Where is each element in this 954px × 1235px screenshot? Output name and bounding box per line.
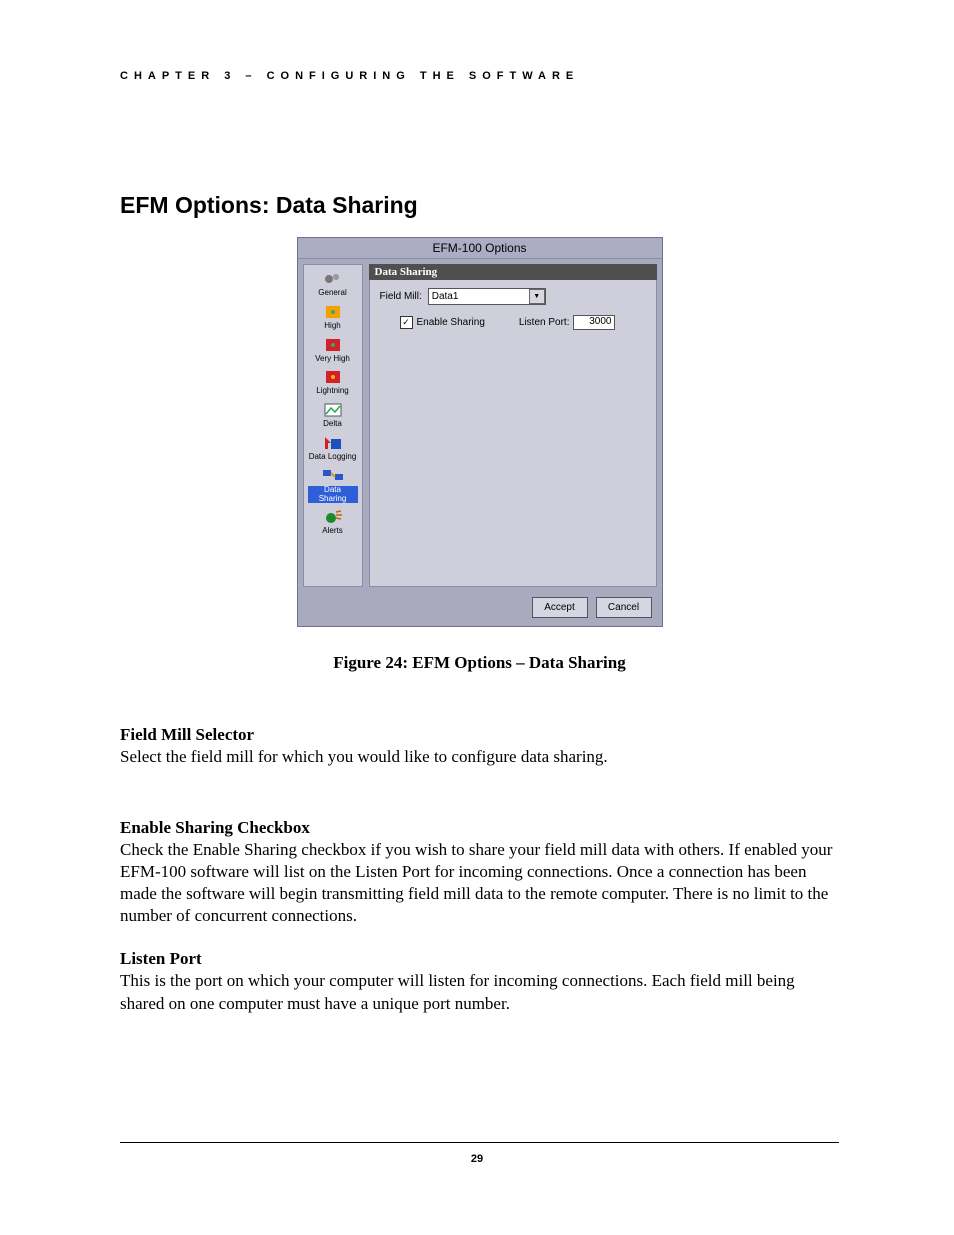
sidebar-item-lightning[interactable]: Lightning [308,367,358,398]
subsection-body: Check the Enable Sharing checkbox if you… [120,839,839,927]
sidebar-item-label: Data Logging [309,453,357,462]
red-dot-icon [322,336,344,354]
dialog-sidebar: General High Very High [303,264,363,587]
body-sections: Field Mill Selector Select the field mil… [120,725,839,1015]
dropdown-arrow-icon: ▼ [529,289,545,304]
sidebar-item-label: High [324,322,340,331]
panel: Data Sharing Field Mill: Data1 ▼ ✓ [369,264,657,587]
enable-sharing-label: Enable Sharing [417,317,485,328]
orange-dot-icon [322,303,344,321]
sidebar-item-data-logging[interactable]: Data Logging [308,433,358,464]
sidebar-item-label: General [318,289,346,298]
sidebar-item-label: Alerts [322,527,342,536]
sidebar-item-general[interactable]: General [308,269,358,300]
listen-port-input[interactable]: 3000 [573,315,615,330]
field-mill-select[interactable]: Data1 ▼ [428,288,546,305]
subsection-title: Enable Sharing Checkbox [120,818,839,838]
sidebar-item-data-sharing[interactable]: Data Sharing [308,466,358,506]
subsection-body: This is the port on which your computer … [120,970,839,1014]
cancel-button[interactable]: Cancel [596,597,652,618]
panel-header: Data Sharing [369,264,657,280]
options-dialog: EFM-100 Options General High [297,237,663,627]
red-dot2-icon [322,368,344,386]
field-mill-label: Field Mill: [380,291,422,302]
dialog-title-bar: EFM-100 Options [298,238,662,259]
sidebar-item-alerts[interactable]: Alerts [308,507,358,538]
dialog-footer: Accept Cancel [298,591,662,626]
gears-icon [322,270,344,288]
sidebar-item-label: Data Sharing [308,486,358,504]
disk-arrow-icon [322,434,344,452]
enable-sharing-checkbox[interactable]: ✓ [400,316,413,329]
figure-caption: Figure 24: EFM Options – Data Sharing [120,653,839,673]
listen-port-label: Listen Port: [519,317,570,328]
subsection-title: Listen Port [120,949,839,969]
subsection-body: Select the field mill for which you woul… [120,746,839,768]
page-number: 29 [0,1153,954,1165]
sidebar-item-delta[interactable]: Delta [308,400,358,431]
sidebar-item-high[interactable]: High [308,302,358,333]
figure-wrapper: EFM-100 Options General High [120,237,839,627]
section-heading: EFM Options: Data Sharing [120,192,839,219]
chapter-header: CHAPTER 3 – CONFIGURING THE SOFTWARE [120,70,839,82]
network-icon [322,467,344,485]
accept-button[interactable]: Accept [532,597,588,618]
panel-body: Field Mill: Data1 ▼ ✓ Enable Sharing [369,280,657,587]
subsection-title: Field Mill Selector [120,725,839,745]
field-mill-value: Data1 [432,291,459,302]
sidebar-item-label: Very High [315,355,350,364]
bell-icon [322,508,344,526]
sidebar-item-very-high[interactable]: Very High [308,335,358,366]
sidebar-item-label: Delta [323,420,342,429]
sidebar-item-label: Lightning [316,387,348,396]
footer-rule [120,1142,839,1143]
chart-icon [322,401,344,419]
